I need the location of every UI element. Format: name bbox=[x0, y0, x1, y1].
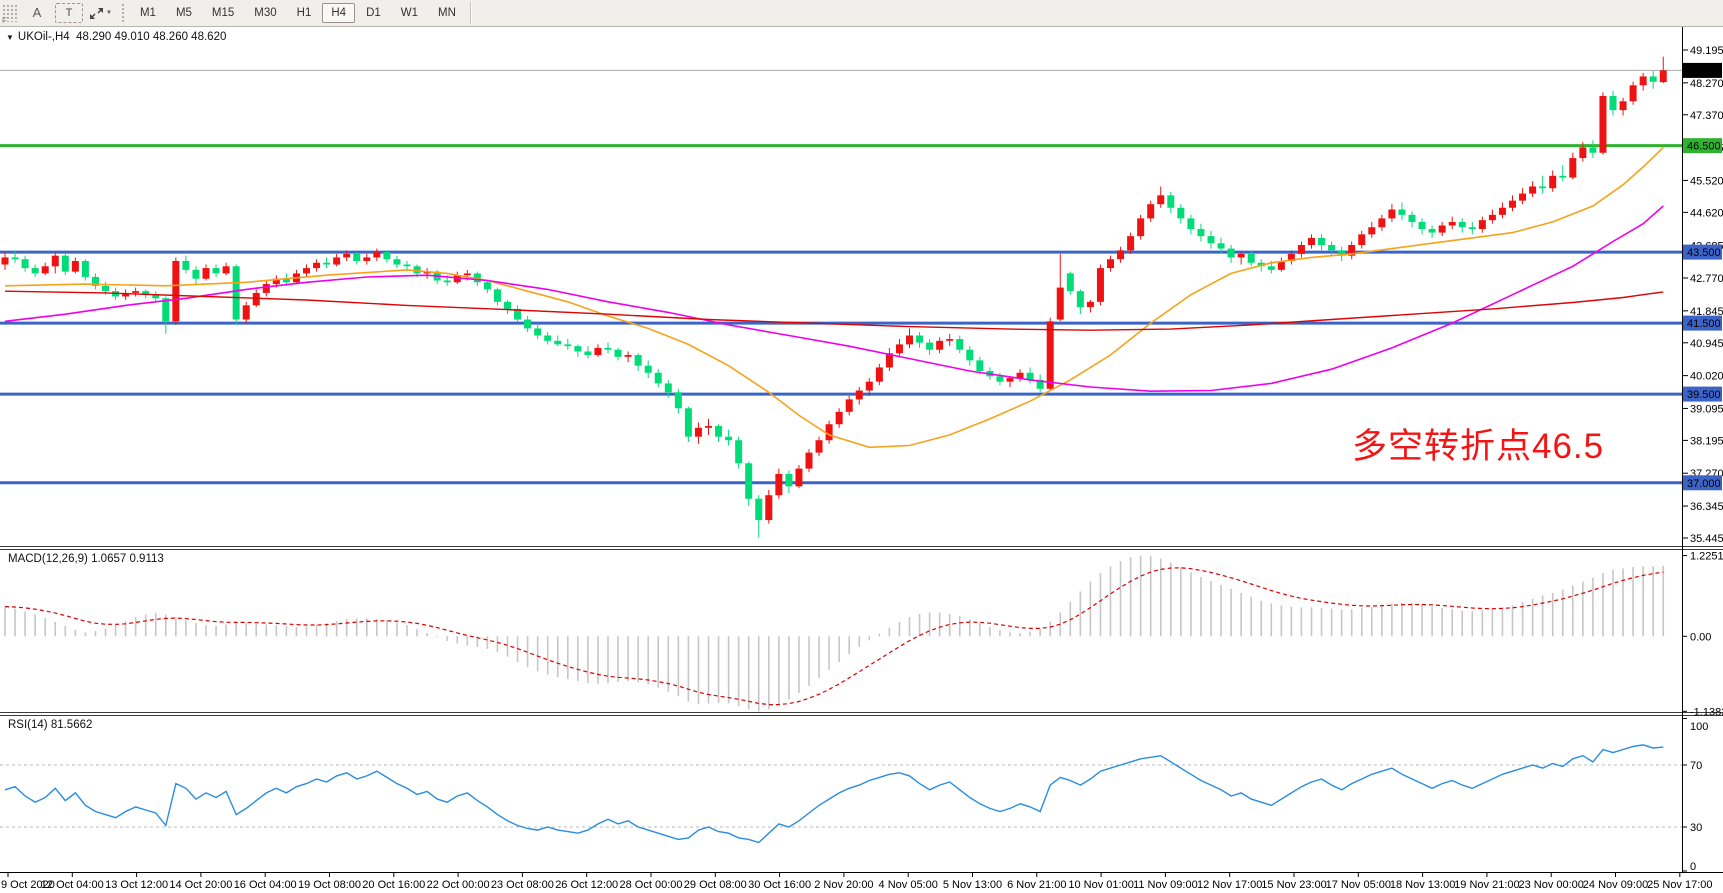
svg-text:40.945: 40.945 bbox=[1690, 338, 1723, 350]
timeframe-bar-drag-handle[interactable] bbox=[121, 3, 126, 23]
svg-text:20 Oct 16:00: 20 Oct 16:00 bbox=[362, 879, 425, 891]
svg-text:43.500: 43.500 bbox=[1687, 247, 1721, 259]
timeframe-button-h4[interactable]: H4 bbox=[322, 3, 355, 23]
timeframe-button-h1[interactable]: H1 bbox=[288, 3, 321, 23]
level-price-badge: 41.500 bbox=[1683, 316, 1722, 331]
svg-text:0.00: 0.00 bbox=[1690, 631, 1711, 643]
svg-text:25 Nov 17:00: 25 Nov 17:00 bbox=[1647, 879, 1712, 891]
svg-text:37.000: 37.000 bbox=[1687, 478, 1721, 490]
svg-text:15 Nov 23:00: 15 Nov 23:00 bbox=[1261, 879, 1326, 891]
svg-text:29 Oct 08:00: 29 Oct 08:00 bbox=[684, 879, 747, 891]
rsi-line bbox=[5, 745, 1663, 843]
level-price-badge: 37.000 bbox=[1683, 475, 1722, 490]
svg-text:24 Nov 09:00: 24 Nov 09:00 bbox=[1583, 879, 1648, 891]
timeframe-button-w1[interactable]: W1 bbox=[392, 3, 427, 23]
timeframe-button-m1[interactable]: M1 bbox=[131, 3, 165, 23]
svg-text:16 Oct 04:00: 16 Oct 04:00 bbox=[234, 879, 297, 891]
svg-text:6 Nov 21:00: 6 Nov 21:00 bbox=[1007, 879, 1066, 891]
svg-text:28 Oct 00:00: 28 Oct 00:00 bbox=[620, 879, 683, 891]
toolbar-drag-handle[interactable]: F bbox=[2, 4, 17, 22]
timeframe-button-m5[interactable]: M5 bbox=[167, 3, 201, 23]
timeframe-button-d1[interactable]: D1 bbox=[357, 3, 390, 23]
timeframe-button-m15[interactable]: M15 bbox=[203, 3, 243, 23]
timeframe-button-mn[interactable]: MN bbox=[429, 3, 465, 23]
svg-text:70: 70 bbox=[1690, 760, 1702, 772]
svg-text:45.520: 45.520 bbox=[1690, 175, 1723, 187]
symbol-ohlc-quote: 48.290 49.010 48.260 48.620 bbox=[76, 31, 226, 43]
svg-text:48.270: 48.270 bbox=[1690, 78, 1723, 90]
macd-indicator-label: MACD(12,26,9) 1.0657 0.9113 bbox=[8, 553, 164, 565]
svg-text:19 Nov 21:00: 19 Nov 21:00 bbox=[1454, 879, 1519, 891]
svg-text:36.345: 36.345 bbox=[1690, 501, 1723, 513]
a-tool-button[interactable]: A bbox=[21, 2, 53, 24]
svg-text:2 Nov 20:00: 2 Nov 20:00 bbox=[814, 879, 873, 891]
svg-text:12 Nov 17:00: 12 Nov 17:00 bbox=[1197, 879, 1262, 891]
svg-text:38.195: 38.195 bbox=[1690, 435, 1723, 447]
cursor-arrows-icon bbox=[89, 6, 104, 21]
svg-text:30: 30 bbox=[1690, 822, 1702, 834]
macd-pane bbox=[5, 556, 1663, 712]
svg-text:1.2251: 1.2251 bbox=[1690, 551, 1723, 563]
current-price-badge: 48.620 bbox=[1683, 63, 1722, 78]
svg-text:10 Nov 01:00: 10 Nov 01:00 bbox=[1068, 879, 1133, 891]
svg-text:-1.1383: -1.1383 bbox=[1690, 706, 1723, 718]
svg-text:22 Oct 00:00: 22 Oct 00:00 bbox=[427, 879, 490, 891]
price-axis[interactable]: 49.19548.27047.37046.44545.52044.62043.6… bbox=[1682, 45, 1723, 545]
rsi-axis[interactable]: 100 70 30 0 bbox=[1682, 719, 1708, 874]
svg-text:13 Oct 12:00: 13 Oct 12:00 bbox=[105, 879, 168, 891]
dropdown-caret-icon[interactable]: ▼ bbox=[106, 10, 112, 16]
svg-text:17 Nov 05:00: 17 Nov 05:00 bbox=[1326, 879, 1391, 891]
text-tool-button[interactable]: T bbox=[55, 3, 83, 23]
svg-text:100: 100 bbox=[1690, 721, 1708, 733]
svg-text:12 Oct 04:00: 12 Oct 04:00 bbox=[41, 879, 104, 891]
svg-text:14 Oct 20:00: 14 Oct 20:00 bbox=[169, 879, 232, 891]
svg-text:4 Nov 05:00: 4 Nov 05:00 bbox=[879, 879, 938, 891]
symbol-name: UKOil-,H4 bbox=[18, 31, 70, 43]
svg-text:5 Nov 13:00: 5 Nov 13:00 bbox=[943, 879, 1002, 891]
macd-axis[interactable]: 1.2251 0.00 -1.1383 bbox=[1682, 551, 1723, 719]
svg-text:30 Oct 16:00: 30 Oct 16:00 bbox=[748, 879, 811, 891]
svg-text:39.095: 39.095 bbox=[1690, 403, 1723, 415]
svg-text:44.620: 44.620 bbox=[1690, 207, 1723, 219]
svg-text:41.500: 41.500 bbox=[1687, 318, 1721, 330]
trading-terminal-window: F A T ▼ M1M5M15M30H1H4D1W1MN 49.195 48.27… bbox=[0, 0, 1723, 893]
level-price-badge: 43.500 bbox=[1683, 245, 1722, 260]
arrows-tool-button[interactable]: ▼ bbox=[85, 3, 116, 24]
svg-text:46.500: 46.500 bbox=[1687, 141, 1721, 153]
toolbar-separator bbox=[470, 2, 471, 24]
svg-text:0: 0 bbox=[1690, 861, 1696, 873]
svg-text:18 Nov 13:00: 18 Nov 13:00 bbox=[1390, 879, 1455, 891]
svg-text:23 Oct 08:00: 23 Oct 08:00 bbox=[491, 879, 554, 891]
symbol-quote-line[interactable]: ▼ UKOil-,H4 48.290 49.010 48.260 48.620 bbox=[6, 31, 226, 43]
svg-text:42.770: 42.770 bbox=[1690, 273, 1723, 285]
svg-text:48.620: 48.620 bbox=[1687, 65, 1721, 77]
svg-text:49.195: 49.195 bbox=[1690, 45, 1723, 57]
annotation-text: 多空转折点46.5 bbox=[1352, 418, 1604, 469]
level-price-badge: 46.500 bbox=[1683, 138, 1722, 153]
svg-text:23 Nov 00:00: 23 Nov 00:00 bbox=[1518, 879, 1583, 891]
svg-text:11 Nov 09:00: 11 Nov 09:00 bbox=[1133, 879, 1198, 891]
toolbar: F A T ▼ M1M5M15M30H1H4D1W1MN bbox=[0, 0, 1723, 27]
svg-text:40.020: 40.020 bbox=[1690, 371, 1723, 383]
timeframe-bar: M1M5M15M30H1H4D1W1MN bbox=[130, 3, 466, 23]
svg-text:19 Oct 08:00: 19 Oct 08:00 bbox=[298, 879, 361, 891]
svg-text:26 Oct 12:00: 26 Oct 12:00 bbox=[555, 879, 618, 891]
symbol-collapse-icon[interactable]: ▼ bbox=[6, 33, 14, 42]
svg-text:35.445: 35.445 bbox=[1690, 533, 1723, 545]
svg-text:39.500: 39.500 bbox=[1687, 389, 1721, 401]
rsi-pane bbox=[0, 745, 1682, 843]
toolbar-grip-label: F bbox=[2, 17, 7, 25]
rsi-indicator-label: RSI(14) 81.5662 bbox=[8, 719, 92, 731]
macd-signal-line bbox=[5, 568, 1663, 705]
level-price-badge: 39.500 bbox=[1683, 387, 1722, 402]
svg-text:47.370: 47.370 bbox=[1690, 110, 1723, 122]
timeframe-button-m30[interactable]: M30 bbox=[245, 3, 285, 23]
time-axis[interactable]: 9 Oct 202012 Oct 04:0013 Oct 12:0014 Oct… bbox=[1, 872, 1713, 891]
